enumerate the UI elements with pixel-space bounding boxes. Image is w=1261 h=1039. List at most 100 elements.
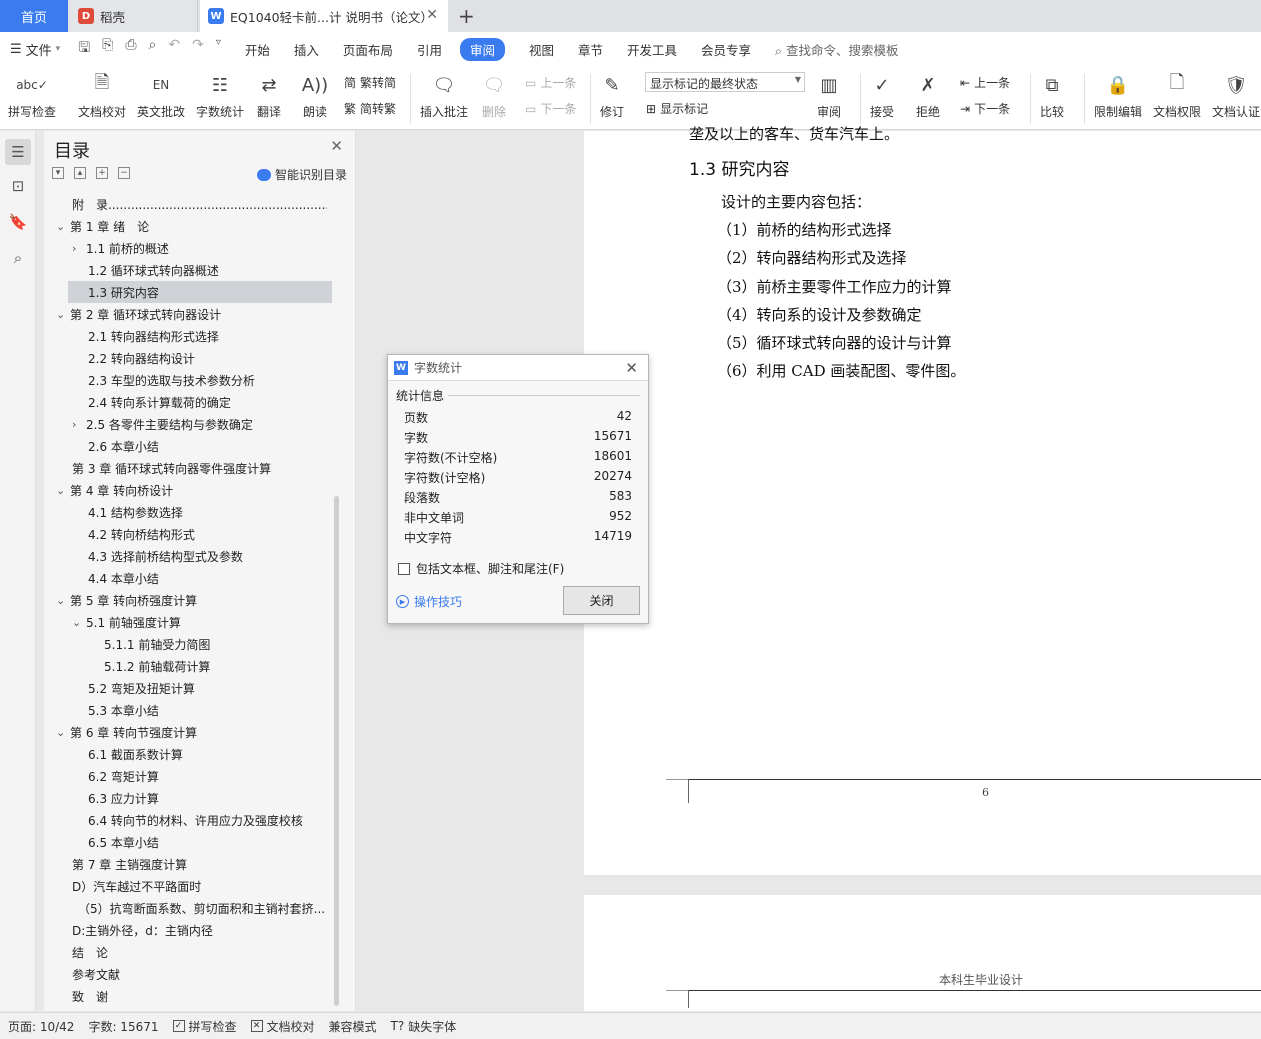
revise-button[interactable]: ✎ 修订: [598, 70, 626, 120]
compare-button[interactable]: ⧉ 比较: [1038, 70, 1066, 120]
show-markup-button[interactable]: ⊞ 显示标记: [646, 100, 708, 117]
toc-item[interactable]: 附 录.....................................…: [72, 193, 327, 215]
proofread-toggle[interactable]: ✕ 文档校对: [250, 1018, 315, 1035]
toc-item[interactable]: 2.2 转向器结构设计: [88, 347, 195, 369]
tab-document[interactable]: W EQ1040轻卡前...计 说明书（论文） ✕: [200, 0, 448, 32]
save-icon[interactable]: 🖫: [78, 37, 90, 61]
tab-docer[interactable]: D 稻壳: [70, 0, 198, 32]
checkbox-box[interactable]: [398, 562, 410, 575]
doc-auth-button[interactable]: 🛡 文档认证: [1212, 70, 1260, 120]
compat-mode-indicator[interactable]: 兼容模式: [329, 1018, 377, 1035]
toc-item[interactable]: › 2.5 各零件主要结构与参数确定: [72, 413, 253, 435]
translate-button[interactable]: ⇄ 翻译: [255, 70, 283, 120]
close-tab-icon[interactable]: ✕: [426, 7, 438, 23]
english-correct-button[interactable]: EN 英文批改: [137, 70, 185, 120]
remove-icon[interactable]: −: [118, 167, 130, 179]
redo-icon[interactable]: ↷: [192, 37, 204, 61]
toc-item[interactable]: 致 谢: [72, 985, 108, 1007]
collapse-all-icon[interactable]: ▾: [52, 167, 64, 179]
toc-item[interactable]: 5.3 本章小结: [88, 699, 159, 721]
bookmark-icon[interactable]: 🔖: [9, 213, 28, 231]
export-icon[interactable]: ⎘: [102, 37, 113, 61]
delete-comment-button[interactable]: 🗨 删除: [480, 70, 508, 120]
menu-layout[interactable]: 页面布局: [343, 40, 393, 59]
toc-item[interactable]: D:主销外径，d：主销内径: [72, 919, 213, 941]
toc-item[interactable]: 5.1.1 前轴受力简图: [104, 633, 210, 655]
chevron-down-icon[interactable]: ⌄: [56, 220, 70, 233]
read-aloud-button[interactable]: A)) 朗读: [301, 70, 329, 120]
menu-home[interactable]: 开始: [245, 40, 270, 59]
chevron-down-icon[interactable]: ⌄: [72, 616, 86, 629]
toc-item[interactable]: 6.1 截面系数计算: [88, 743, 183, 765]
chevron-right-icon[interactable]: ›: [72, 418, 86, 431]
toc-item[interactable]: 2.3 车型的选取与技术参数分析: [88, 369, 255, 391]
doc-permission-button[interactable]: 🗋 文档权限: [1153, 70, 1201, 120]
toc-item[interactable]: 4.3 选择前桥结构型式及参数: [88, 545, 243, 567]
menu-insert[interactable]: 插入: [294, 40, 319, 59]
menu-review[interactable]: 审阅: [459, 37, 505, 61]
close-icon[interactable]: ✕: [330, 137, 343, 155]
toc-item[interactable]: 1.2 循环球式转向器概述: [88, 259, 219, 281]
restrict-edit-button[interactable]: 🔒 限制编辑: [1094, 70, 1142, 120]
review-pane-button[interactable]: ▥ 审阅: [815, 70, 843, 120]
toc-item[interactable]: 6.5 本章小结: [88, 831, 159, 853]
toc-item[interactable]: 2.1 转向器结构形式选择: [88, 325, 219, 347]
chevron-right-icon[interactable]: ›: [72, 242, 86, 255]
toc-item[interactable]: 参考文献: [72, 963, 120, 985]
toc-item[interactable]: 5.1.2 前轴载荷计算: [104, 655, 210, 677]
toc-item[interactable]: 4.2 转向桥结构形式: [88, 523, 195, 545]
tab-home[interactable]: 首页: [0, 0, 68, 32]
missing-font-button[interactable]: T? 缺失字体: [391, 1018, 457, 1035]
toc-item[interactable]: ⌄ 第 5 章 转向桥强度计算: [56, 589, 197, 611]
proofread-button[interactable]: 🗎 文档校对: [78, 70, 126, 120]
toc-item[interactable]: 5.2 弯矩及扭矩计算: [88, 677, 195, 699]
toc-item[interactable]: 结 论: [72, 941, 108, 963]
chevron-down-icon[interactable]: ⌄: [56, 726, 70, 739]
menu-member[interactable]: 会员专享: [701, 40, 751, 59]
menu-view[interactable]: 视图: [529, 40, 554, 59]
markup-state-select[interactable]: 显示标记的最终状态 ▼: [645, 72, 805, 92]
toc-item[interactable]: （5）抗弯断面系数、剪切面积和主销衬套挤...: [78, 897, 325, 919]
insert-comment-button[interactable]: 🗨 插入批注: [420, 70, 468, 120]
chevron-down-icon[interactable]: ⌄: [56, 308, 70, 321]
toc-item[interactable]: ⌄ 第 6 章 转向节强度计算: [56, 721, 197, 743]
prev-change-button[interactable]: ⇤ 上一条: [960, 74, 1010, 91]
undo-icon[interactable]: ↶: [168, 37, 180, 61]
toc-item[interactable]: 第 7 章 主销强度计算: [72, 853, 187, 875]
toc-item[interactable]: 6.2 弯矩计算: [88, 765, 159, 787]
chapter-nav-icon[interactable]: ⊡: [9, 177, 27, 195]
preview-icon[interactable]: ⌕: [149, 37, 157, 61]
menu-developer[interactable]: 开发工具: [627, 40, 677, 59]
toc-item[interactable]: ⌄ 第 2 章 循环球式转向器设计: [56, 303, 221, 325]
toc-item[interactable]: 1.3 研究内容: [68, 281, 332, 303]
chevron-down-icon[interactable]: ⌄: [56, 594, 70, 607]
spell-check-button[interactable]: abc✓ 拼写检查: [8, 70, 56, 120]
trad-to-simp-button[interactable]: 简繁转简: [344, 74, 396, 91]
include-textbox-checkbox[interactable]: 包括文本框、脚注和尾注(F): [398, 560, 564, 577]
close-button[interactable]: 关闭: [563, 586, 640, 615]
tips-link[interactable]: ▶ 操作技巧: [396, 593, 462, 610]
command-search[interactable]: ⌕ 查找命令、搜索模板: [775, 40, 899, 59]
new-tab-button[interactable]: +: [458, 4, 475, 28]
toc-item[interactable]: ⌄ 第 4 章 转向桥设计: [56, 479, 173, 501]
close-icon[interactable]: ✕: [625, 359, 638, 377]
search-icon[interactable]: ⌕: [9, 249, 27, 267]
menu-references[interactable]: 引用: [417, 40, 442, 59]
toc-item[interactable]: 6.4 转向节的材料、许用应力及强度校核: [88, 809, 303, 831]
spell-check-toggle[interactable]: ✓ 拼写检查: [172, 1018, 237, 1035]
toc-item[interactable]: › 1.1 前桥的概述: [72, 237, 169, 259]
toc-scrollbar[interactable]: [334, 496, 339, 1006]
page-indicator[interactable]: 页面: 10/42: [8, 1018, 74, 1035]
expand-all-icon[interactable]: ▴: [74, 167, 86, 179]
toc-item[interactable]: 第 3 章 循环球式转向器零件强度计算: [72, 457, 271, 479]
toc-item[interactable]: 2.6 本章小结: [88, 435, 159, 457]
chevron-down-icon[interactable]: ⌄: [56, 484, 70, 497]
menu-chapter[interactable]: 章节: [578, 40, 603, 59]
toc-item[interactable]: 4.1 结构参数选择: [88, 501, 183, 523]
print-icon[interactable]: ⎙: [125, 37, 136, 61]
word-count-indicator[interactable]: 字数: 15671: [88, 1018, 158, 1035]
reject-button[interactable]: ✗ 拒绝: [914, 70, 942, 120]
toc-item[interactable]: 2.4 转向系计算载荷的确定: [88, 391, 231, 413]
file-menu[interactable]: ☰ 文件 ▾: [10, 40, 60, 59]
toc-item[interactable]: ⌄ 5.1 前轴强度计算: [72, 611, 181, 633]
